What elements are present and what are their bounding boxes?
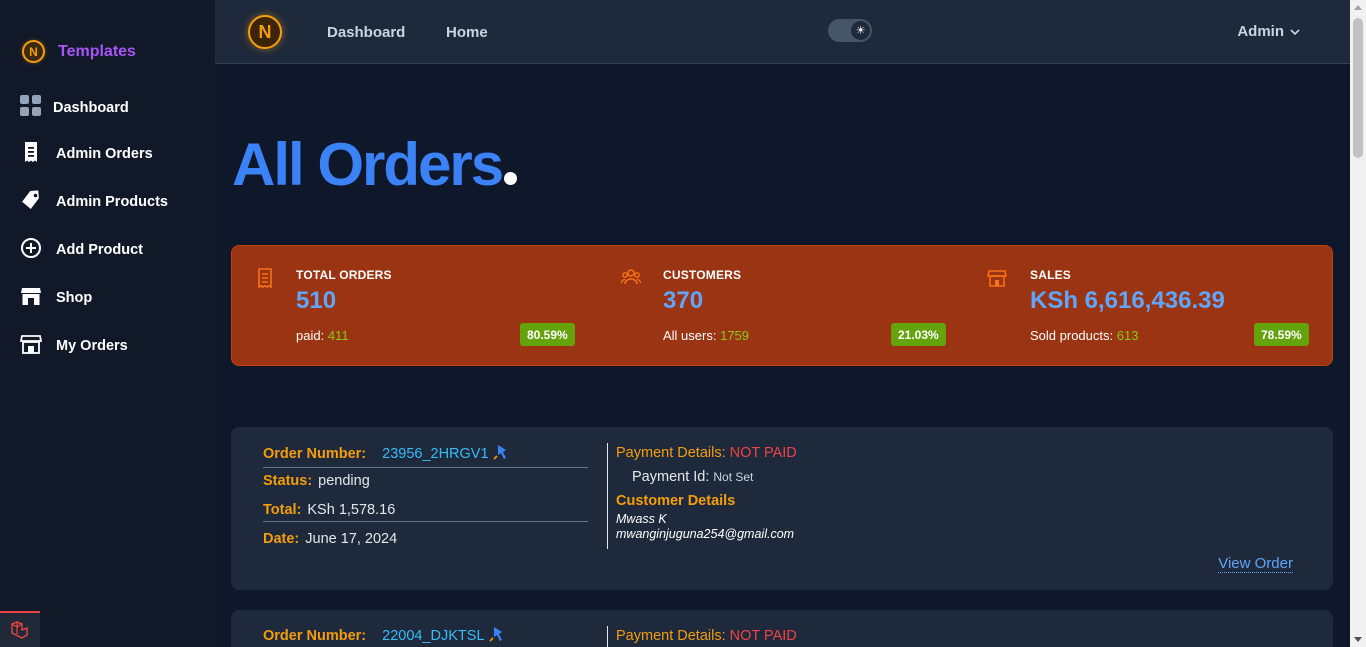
page-scrollbar[interactable] [1350,0,1366,647]
order-date-row: Date: June 17, 2024 [263,531,588,547]
sidebar-item-dashboard[interactable]: Dashboard [20,95,129,121]
payment-details: Payment Details: NOT PAID [616,445,797,461]
topbar: N Dashboard Home ☀ Admin [215,0,1350,64]
payment-label: Payment Details: [616,445,726,461]
brand-name: Templates [58,42,136,60]
customer-details-heading: Customer Details [616,493,736,509]
sidebar-item-my-orders[interactable]: My Orders [19,333,128,359]
sidebar-item-label: Add Product [56,242,143,258]
laravel-debug-icon[interactable] [0,611,40,647]
user-menu-label: Admin [1237,23,1284,40]
sidebar-item-label: Admin Products [56,194,168,210]
stat-badge: 21.03% [891,323,946,346]
stat-value: 510 [296,287,337,314]
scroll-up-icon[interactable] [1354,5,1362,10]
view-order-link[interactable]: View Order [1218,555,1293,573]
scroll-down-icon[interactable] [1354,637,1362,642]
date-label: Date: [263,531,300,547]
order-card: Order Number: 22004_DJKTSL Payment Detai… [231,610,1333,647]
payment-id-row: Payment Id: Not Set [632,469,753,485]
order-number-label: Order Number: [263,628,367,644]
stat-sub-value: 411 [327,328,349,343]
theme-toggle[interactable]: ☀ [828,19,872,42]
pin-icon[interactable] [488,626,505,646]
stat-sub-label: All users: [663,328,717,343]
plus-circle-icon [20,237,42,263]
sidebar: N Templates Dashboard Admin Orders Admin… [0,0,215,647]
stat-sales: SALES KSh 6,616,436.39 Sold products: 61… [966,246,1333,367]
stat-value: 370 [663,287,704,314]
brand-logo: N [22,40,45,63]
stat-sub-value: 613 [1116,328,1139,343]
nav-link-home[interactable]: Home [446,24,488,41]
sidebar-item-label: Dashboard [53,100,129,116]
sidebar-item-label: Shop [56,290,93,306]
order-number-row: Order Number: 23956_2HRGV1 [263,444,588,468]
grid-icon [20,95,42,121]
order-number[interactable]: 22004_DJKTSL [382,628,484,644]
brand[interactable]: N Templates [22,40,136,63]
payment-status: NOT PAID [729,628,797,644]
stat-badge: 80.59% [520,323,575,346]
user-menu[interactable]: Admin [1237,23,1300,40]
stat-label: TOTAL ORDERS [296,268,392,282]
status-value: pending [318,473,370,489]
stat-total-orders: TOTAL ORDERS 510 paid: 411 80.59% [232,246,599,367]
page-title-text: All Orders [232,131,504,198]
sidebar-item-add-product[interactable]: Add Product [20,237,143,263]
sidebar-item-label: My Orders [56,338,128,354]
date-value: June 17, 2024 [305,531,398,547]
users-icon [620,268,642,288]
stats-panel: TOTAL ORDERS 510 paid: 411 80.59% CUSTOM… [231,245,1333,366]
stat-value: KSh 6,616,436.39 [1030,287,1225,314]
stat-sub-value: 1759 [720,328,750,343]
sidebar-item-admin-orders[interactable]: Admin Orders [20,141,153,167]
pin-icon[interactable] [492,444,509,464]
top-logo[interactable]: N [248,15,282,49]
payment-id-value: Not Set [713,470,754,484]
scroll-thumb[interactable] [1353,18,1363,158]
receipt-icon [257,268,275,289]
customer-email: mwanginjuguna254@gmail.com [616,527,795,541]
sidebar-item-shop[interactable]: Shop [20,285,92,311]
stat-sub-label: Sold products: [1030,328,1114,343]
order-number-row: Order Number: 22004_DJKTSL [263,626,588,647]
payment-details: Payment Details: NOT PAID [616,628,797,644]
total-label: Total: [263,502,302,518]
payment-id-label: Payment Id: [632,469,710,485]
stat-sub: Sold products: 613 [1030,328,1138,343]
sidebar-item-admin-products[interactable]: Admin Products [20,189,168,215]
receipt-icon [20,141,42,167]
stat-sub-label: paid: [296,328,325,343]
vertical-divider [607,443,608,549]
vertical-divider [607,626,608,647]
store-icon [19,333,43,359]
status-label: Status: [263,473,313,489]
stat-sub: All users: 1759 [663,328,749,343]
order-number-label: Order Number: [263,446,367,462]
title-dot [504,172,518,185]
stat-badge: 78.59% [1254,323,1309,346]
payment-status: NOT PAID [729,445,797,461]
sun-icon: ☀ [851,21,870,40]
total-value: KSh 1,578.16 [307,502,396,518]
chevron-down-icon [1290,23,1300,40]
order-total-row: Total: KSh 1,578.16 [263,502,588,522]
nav-link-dashboard[interactable]: Dashboard [327,24,405,41]
order-status-row: Status: pending [263,473,588,489]
stat-sub: paid: 411 [296,328,349,343]
tag-icon [20,189,42,215]
page-title: All Orders [232,130,518,199]
order-card: Order Number: 23956_2HRGV1 Status: pendi… [231,427,1333,590]
stat-label: SALES [1030,268,1072,282]
sidebar-item-label: Admin Orders [56,146,153,162]
store-icon [987,268,1007,288]
payment-label: Payment Details: [616,628,726,644]
customer-name: Mwass K [616,512,667,526]
store-icon [20,285,42,311]
order-number[interactable]: 23956_2HRGV1 [382,446,488,462]
stat-label: CUSTOMERS [663,268,742,282]
stat-customers: CUSTOMERS 370 All users: 1759 21.03% [599,246,966,367]
